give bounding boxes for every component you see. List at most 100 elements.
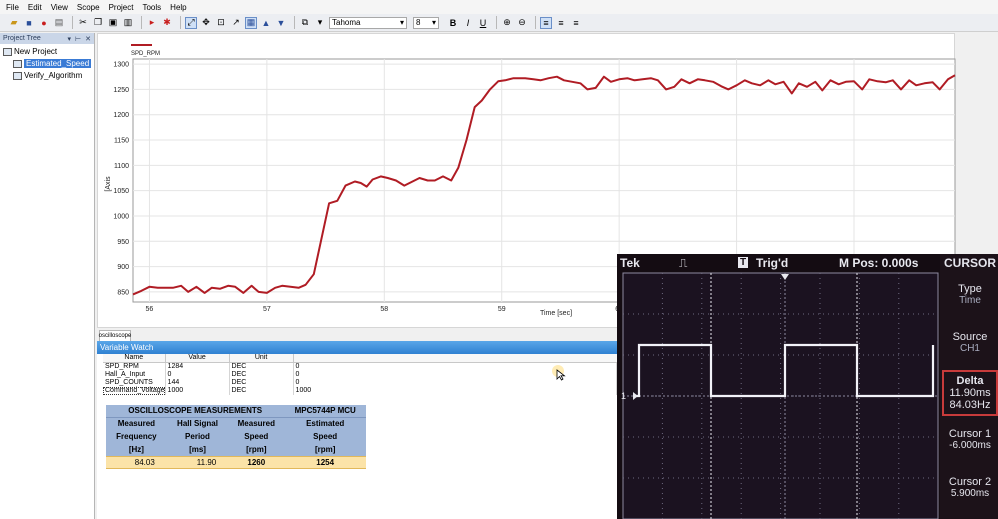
trigger-status: Trig'd xyxy=(756,256,789,270)
header-cell: Hall Signal xyxy=(166,417,229,430)
menu-type[interactable]: Type Time xyxy=(942,283,998,307)
tab-oscilloscope[interactable]: oscilloscope xyxy=(99,330,131,341)
menu-bar: File Edit View Scope Project Tools Help xyxy=(0,0,998,14)
menu-source[interactable]: Source CH1 xyxy=(942,331,998,355)
down-icon[interactable]: ▼ xyxy=(275,17,287,29)
zoom-out-icon[interactable]: ⊖ xyxy=(516,17,528,29)
header-cell: Measured xyxy=(228,417,285,430)
header-cell: Frequency xyxy=(106,430,167,443)
cursor-menu: CURSOR Type Time Source CH1 Delta 11.90m… xyxy=(940,254,998,519)
header-cell: Measured xyxy=(106,417,167,430)
cut-icon[interactable]: ✂ xyxy=(77,17,89,29)
header-cell: [Hz] xyxy=(106,443,167,456)
y-tick-label: 1050 xyxy=(113,188,129,195)
zoom-in-icon[interactable]: ⊕ xyxy=(501,17,513,29)
var-unit[interactable]: DEC xyxy=(229,379,294,387)
stop-icon[interactable]: ● xyxy=(38,17,50,29)
var-extra: 0 xyxy=(293,371,618,379)
zoom-icon[interactable]: ⤢ xyxy=(185,16,197,29)
var-value[interactable]: 144 xyxy=(165,379,230,387)
menu-file[interactable]: File xyxy=(6,3,19,12)
y-tick-label: 950 xyxy=(117,239,129,246)
print-icon[interactable]: ▥ xyxy=(122,17,134,29)
tree-item-estimated-speed[interactable]: Estimated_Speed xyxy=(0,58,94,69)
tree-root[interactable]: New Project xyxy=(0,46,94,57)
menu-delta[interactable]: Delta 11.90ms 84.03Hz xyxy=(942,370,998,416)
table-row[interactable]: Hall_A_Input 0 DEC 0 xyxy=(103,371,618,379)
tree-item-verify-algorithm[interactable]: Verify_Algorithm xyxy=(0,70,94,81)
italic-icon[interactable]: I xyxy=(462,17,474,29)
run-icon[interactable]: ▸ xyxy=(146,17,158,29)
paste-icon[interactable]: ▣ xyxy=(107,17,119,29)
menu-help[interactable]: Help xyxy=(170,3,186,12)
legend-label: SPD_RPM xyxy=(131,51,160,57)
align-center-icon[interactable]: ≡ xyxy=(555,17,567,29)
y-tick-label: 1250 xyxy=(113,87,129,94)
column-header-name[interactable]: Name xyxy=(103,354,166,363)
menu-cursor-2[interactable]: Cursor 2 5.900ms xyxy=(942,476,998,500)
menu-label: Cursor 1 xyxy=(948,428,992,440)
table-row[interactable]: Command_Voltage 1000 DEC 1000 xyxy=(103,387,618,395)
pin-icon[interactable]: ⊢ xyxy=(75,36,81,43)
close-icon[interactable]: ✕ xyxy=(85,36,91,43)
menu-scope[interactable]: Scope xyxy=(77,3,100,12)
y-tick-label: 1200 xyxy=(113,112,129,119)
var-value[interactable]: 1284 xyxy=(165,362,230,371)
header-cell: Speed xyxy=(228,430,285,443)
align-left-icon[interactable]: ≡ xyxy=(540,16,552,29)
bold-icon[interactable]: B xyxy=(447,17,459,29)
align-right-icon[interactable]: ≡ xyxy=(570,17,582,29)
variable-watch-table: Name Value Unit SPD_RPM 1284 DEC 0 Hall_… xyxy=(103,354,618,395)
var-unit[interactable]: DEC xyxy=(229,371,294,379)
save-icon[interactable]: ■ xyxy=(23,17,35,29)
var-unit[interactable]: DEC xyxy=(229,362,294,371)
font-size-select[interactable]: 8 ▾ xyxy=(413,16,439,29)
project-tree-header: Project Tree ▾ ⊢ ✕ xyxy=(0,33,94,44)
grid-icon[interactable]: ▦ xyxy=(245,16,257,29)
menu-value-2: 84.03Hz xyxy=(949,399,991,411)
open-icon[interactable]: ▰ xyxy=(8,17,20,29)
dropdown-icon[interactable]: ▾ xyxy=(314,17,326,29)
scope-icon xyxy=(13,71,22,80)
menu-project[interactable]: Project xyxy=(109,3,134,12)
table-row[interactable]: SPD_RPM 1284 DEC 0 xyxy=(103,362,618,371)
oscilloscope-photo: 1 Tek ⎍ T Trig'd M Pos: 0.000s CURSOR Ty… xyxy=(617,254,998,519)
menu-edit[interactable]: Edit xyxy=(28,3,42,12)
copy-icon[interactable]: ❐ xyxy=(92,17,104,29)
table-row[interactable]: SPD_COUNTS 144 DEC 0 xyxy=(103,379,618,387)
x-axis-label: Time [sec] xyxy=(540,310,572,317)
menu-cursor-1[interactable]: Cursor 1 -6.000ms xyxy=(942,428,998,452)
up-icon[interactable]: ▲ xyxy=(260,17,272,29)
variable-watch-title: Variable Watch xyxy=(97,341,617,354)
header-cell: Period xyxy=(166,430,229,443)
var-extra: 0 xyxy=(293,379,618,387)
arrow-icon[interactable]: ↗ xyxy=(230,17,242,29)
y-tick-label: 1150 xyxy=(114,138,129,145)
menu-value: CH1 xyxy=(959,343,980,354)
y-axis-label: [Axis xyxy=(105,176,112,192)
menu-tools[interactable]: Tools xyxy=(142,3,161,12)
pan-icon[interactable]: ✥ xyxy=(200,17,212,29)
fit-icon[interactable]: ⊡ xyxy=(215,17,227,29)
var-unit[interactable]: DEC xyxy=(229,387,294,395)
column-header-value[interactable]: Value xyxy=(165,354,230,363)
trigger-letter: T xyxy=(738,257,749,268)
dropdown-icon[interactable]: ▾ xyxy=(68,36,72,43)
project-tree-panel: Project Tree ▾ ⊢ ✕ New Project Estimated_S… xyxy=(0,33,95,519)
underline-icon[interactable]: U xyxy=(477,17,489,29)
pulse-icon: ⎍ xyxy=(679,256,688,270)
menu-view[interactable]: View xyxy=(51,3,68,12)
tree-root-label: New Project xyxy=(14,47,58,56)
var-name: Command_Voltage xyxy=(103,387,166,395)
properties-icon[interactable]: ▤ xyxy=(53,17,65,29)
font-family-value: Tahoma xyxy=(332,18,361,27)
settings-icon[interactable]: ✱ xyxy=(161,17,173,29)
export-icon[interactable]: ⧉ xyxy=(299,17,311,29)
column-header-unit[interactable]: Unit xyxy=(229,354,294,363)
font-family-select[interactable]: Tahoma ▾ xyxy=(329,16,407,29)
menu-value: -6.000ms xyxy=(949,440,991,451)
tree-item-label: Verify_Algorithm xyxy=(24,71,83,80)
var-value[interactable]: 0 xyxy=(165,371,230,379)
menu-value: 11.90ms xyxy=(949,387,991,399)
var-value[interactable]: 1000 xyxy=(165,387,230,395)
